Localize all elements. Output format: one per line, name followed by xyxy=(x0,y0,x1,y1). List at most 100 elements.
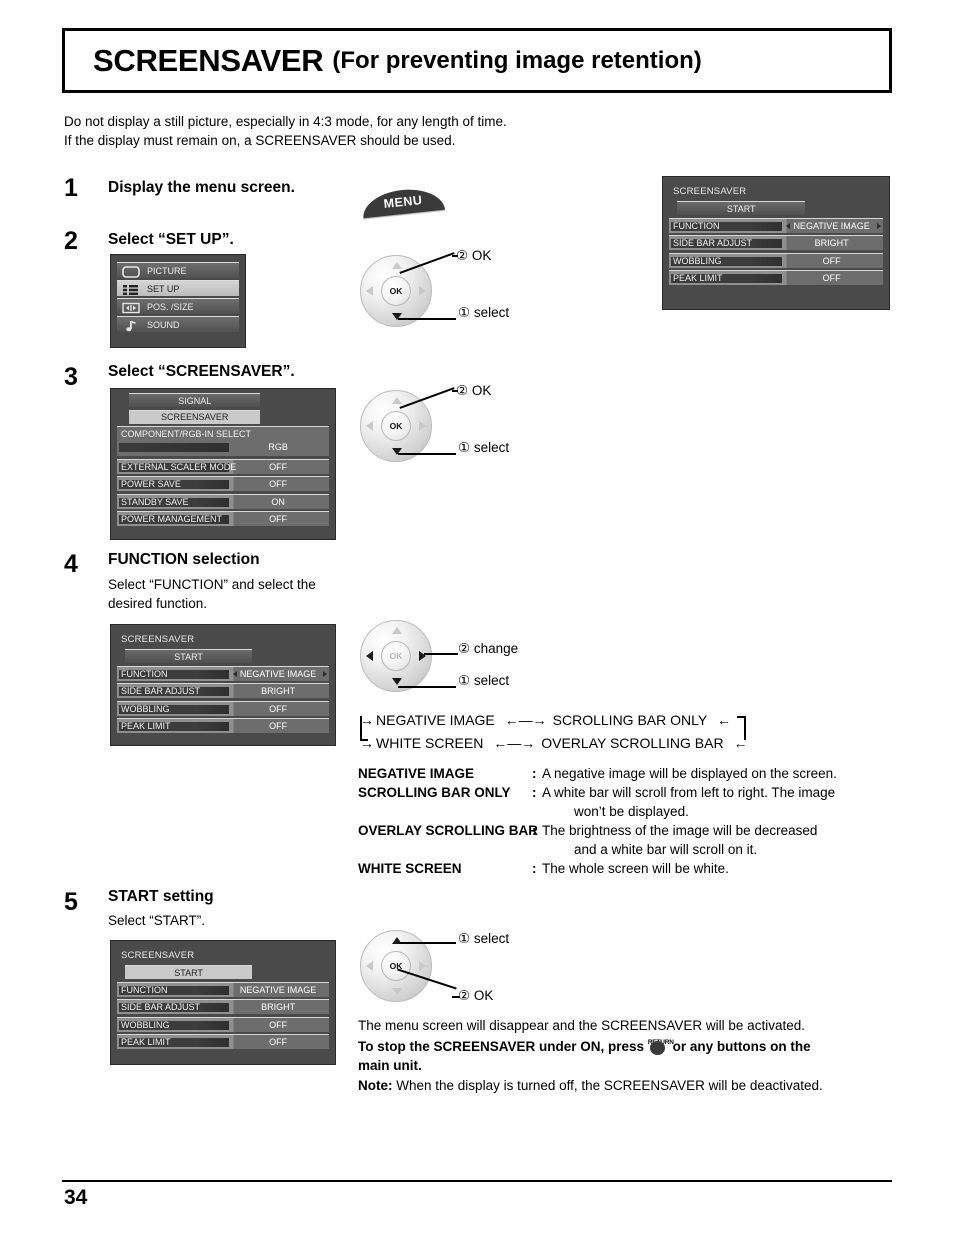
step-3-number: 3 xyxy=(64,363,78,391)
cycle-left-connector-foot xyxy=(360,739,368,741)
definition-row-scrolling-bar-only-cont: won’t be displayed. xyxy=(358,802,898,821)
closing-note-line: Note: When the display is turned off, th… xyxy=(358,1076,898,1096)
closing-line-1: The menu screen will disappear and the S… xyxy=(358,1018,805,1033)
screensaver-row-sidebar-step4[interactable]: SIDE BAR ADJUST BRIGHT xyxy=(117,683,329,698)
leader-line-select-step5 xyxy=(398,942,456,944)
return-button-dot xyxy=(649,1040,665,1055)
main-menu-item-picture[interactable]: PICTURE xyxy=(117,262,239,278)
definition-term-overlay-scrolling-bar: OVERLAY SCROLLING BAR xyxy=(358,823,539,838)
screensaver-row-peaklimit-label-step4: PEAK LIMIT xyxy=(121,721,171,731)
callout-select-step4: ① select xyxy=(458,673,510,688)
ok-button[interactable]: OK xyxy=(381,951,411,981)
page-title-box: SCREENSAVER (For preventing image retent… xyxy=(62,28,892,93)
setup-row-standby-save[interactable]: STANDBY SAVE ON xyxy=(117,493,329,509)
closing-stop-line: To stop the SCREENSAVER under ON, press … xyxy=(358,1036,898,1057)
screensaver-row-peaklimit-value-top: OFF xyxy=(822,273,841,283)
definition-desc-overlay-scrolling-bar-2: and a white bar will scroll on it. xyxy=(574,842,758,857)
menu-button[interactable]: MENU xyxy=(360,185,446,219)
arrow-left-icon[interactable] xyxy=(785,222,790,229)
leader-line-select-step4 xyxy=(398,686,456,688)
main-menu-item-sound[interactable]: SOUND xyxy=(117,316,239,332)
screensaver-row-sidebar-value-step4: BRIGHT xyxy=(261,686,296,696)
screensaver-row-peaklimit-step5[interactable]: PEAK LIMIT OFF xyxy=(117,1034,329,1049)
cycle-left-connector xyxy=(360,716,362,740)
setup-row-external-scaler[interactable]: EXTERNAL SCALER MODE OFF xyxy=(117,458,329,474)
arrow-left-icon[interactable] xyxy=(366,651,373,661)
screensaver-row-wobbling-step4[interactable]: WOBBLING OFF xyxy=(117,700,329,716)
screensaver-row-sidebar-label-step4: SIDE BAR ADJUST xyxy=(121,686,201,696)
setup-menu-panel: SIGNAL SCREENSAVER COMPONENT/RGB-IN SELE… xyxy=(110,388,336,540)
setup-item-signal[interactable]: SIGNAL xyxy=(129,393,261,407)
setup-row-power-management[interactable]: POWER MANAGEMENT OFF xyxy=(117,511,329,526)
screensaver-row-sidebar-value-top: BRIGHT xyxy=(814,238,849,248)
arrow-left-icon[interactable] xyxy=(366,286,373,296)
definition-row-scrolling-bar-only: SCROLLING BAR ONLY : A white bar will sc… xyxy=(358,783,898,802)
definition-colon: : xyxy=(532,785,537,800)
screensaver-row-sidebar-step5[interactable]: SIDE BAR ADJUST BRIGHT xyxy=(117,999,329,1014)
screensaver-start-item-step4[interactable]: START xyxy=(125,649,253,663)
arrow-right-icon[interactable] xyxy=(323,670,327,677)
setup-row-component-value: RGB xyxy=(268,442,288,452)
screensaver-row-peaklimit-step4[interactable]: PEAK LIMIT OFF xyxy=(117,718,329,733)
screensaver-row-wobbling-top[interactable]: WOBBLING OFF xyxy=(669,252,883,268)
arrow-right-icon[interactable] xyxy=(419,286,426,296)
main-menu-item-sound-label: SOUND xyxy=(147,319,180,330)
arrow-up-icon[interactable] xyxy=(392,397,402,404)
arrow-left-icon[interactable] xyxy=(366,421,373,431)
definition-desc-white-screen: The whole screen will be white. xyxy=(542,861,729,876)
screensaver-start-item-step5[interactable]: START xyxy=(125,965,253,979)
callout-ok-step2: ② OK xyxy=(456,248,492,263)
setup-row-power-management-value: OFF xyxy=(269,514,288,524)
arrow-left-icon[interactable] xyxy=(232,670,237,677)
screensaver-row-function-top[interactable]: FUNCTION NEGATIVE IMAGE xyxy=(669,217,883,233)
step-1-number: 1 xyxy=(64,174,78,202)
navigation-wheel-step3[interactable]: OK xyxy=(360,390,432,462)
screensaver-row-function-step5[interactable]: FUNCTION NEGATIVE IMAGE xyxy=(117,981,329,997)
arrow-down-icon[interactable] xyxy=(392,678,402,685)
closing-bold-a: To stop the SCREENSAVER under ON, press xyxy=(358,1038,645,1054)
navigation-wheel-step2[interactable]: OK xyxy=(360,255,432,327)
step-5-body: Select “START”. xyxy=(108,911,205,930)
arrow-down-icon[interactable] xyxy=(392,988,402,995)
screensaver-row-wobbling-step5[interactable]: WOBBLING OFF xyxy=(117,1016,329,1032)
arrow-right-icon[interactable] xyxy=(877,222,881,229)
arrow-up-icon[interactable] xyxy=(392,627,402,634)
definition-colon: : xyxy=(532,823,537,838)
main-menu-item-possize-label: POS. /SIZE xyxy=(147,301,194,312)
screensaver-panel-top: SCREENSAVER START FUNCTION NEGATIVE IMAG… xyxy=(662,176,890,310)
setup-icon xyxy=(121,283,141,295)
step-4-body-line-2: desired function. xyxy=(108,596,208,611)
definition-term-negative-image: NEGATIVE IMAGE xyxy=(358,766,475,781)
cycle-row-bottom: → WHITE SCREEN ←—→ OVERLAY SCROLLING BAR ← xyxy=(360,735,748,751)
screensaver-row-function-step4[interactable]: FUNCTION NEGATIVE IMAGE xyxy=(117,665,329,681)
callout-ok-step3: ② OK xyxy=(456,383,492,398)
ok-button[interactable]: OK xyxy=(381,641,411,671)
definition-colon: : xyxy=(532,861,537,876)
setup-row-standby-save-value: ON xyxy=(271,496,285,507)
return-button-icon[interactable]: RETURN xyxy=(648,1036,674,1055)
screensaver-row-sidebar-top[interactable]: SIDE BAR ADJUST BRIGHT xyxy=(669,235,883,250)
screensaver-start-label-step5: START xyxy=(174,967,203,978)
screensaver-start-item-top[interactable]: START xyxy=(677,201,806,215)
screensaver-row-peaklimit-top[interactable]: PEAK LIMIT OFF xyxy=(669,270,883,285)
arrow-right-icon[interactable] xyxy=(419,961,426,971)
ok-button[interactable]: OK xyxy=(381,411,411,441)
definition-desc-scrolling-bar-only: A white bar will scroll from left to rig… xyxy=(542,785,836,800)
setup-row-component[interactable]: COMPONENT/RGB-IN SELECT RGB xyxy=(117,426,329,456)
navigation-wheel-step5[interactable]: OK xyxy=(360,930,432,1002)
setup-item-screensaver[interactable]: SCREENSAVER xyxy=(129,409,261,424)
navigation-wheel-step4[interactable]: OK xyxy=(360,620,432,692)
definition-desc-overlay-scrolling-bar: The brightness of the image will be decr… xyxy=(542,823,818,838)
definition-row-negative-image: NEGATIVE IMAGE : A negative image will b… xyxy=(358,764,898,783)
screensaver-panel-step4-title: SCREENSAVER xyxy=(121,634,195,645)
setup-row-power-save[interactable]: POWER SAVE OFF xyxy=(117,476,329,491)
arrow-left-icon[interactable] xyxy=(366,961,373,971)
main-menu-item-possize[interactable]: POS. /SIZE xyxy=(117,298,239,314)
screensaver-panel-top-title: SCREENSAVER xyxy=(673,186,747,197)
step-5-number: 5 xyxy=(64,888,78,916)
arrow-up-icon[interactable] xyxy=(392,262,402,269)
main-menu-item-setup[interactable]: SET UP xyxy=(117,280,239,296)
ok-button[interactable]: OK xyxy=(381,276,411,306)
leader-line-change-step4 xyxy=(424,653,458,655)
arrow-right-icon[interactable] xyxy=(419,421,426,431)
